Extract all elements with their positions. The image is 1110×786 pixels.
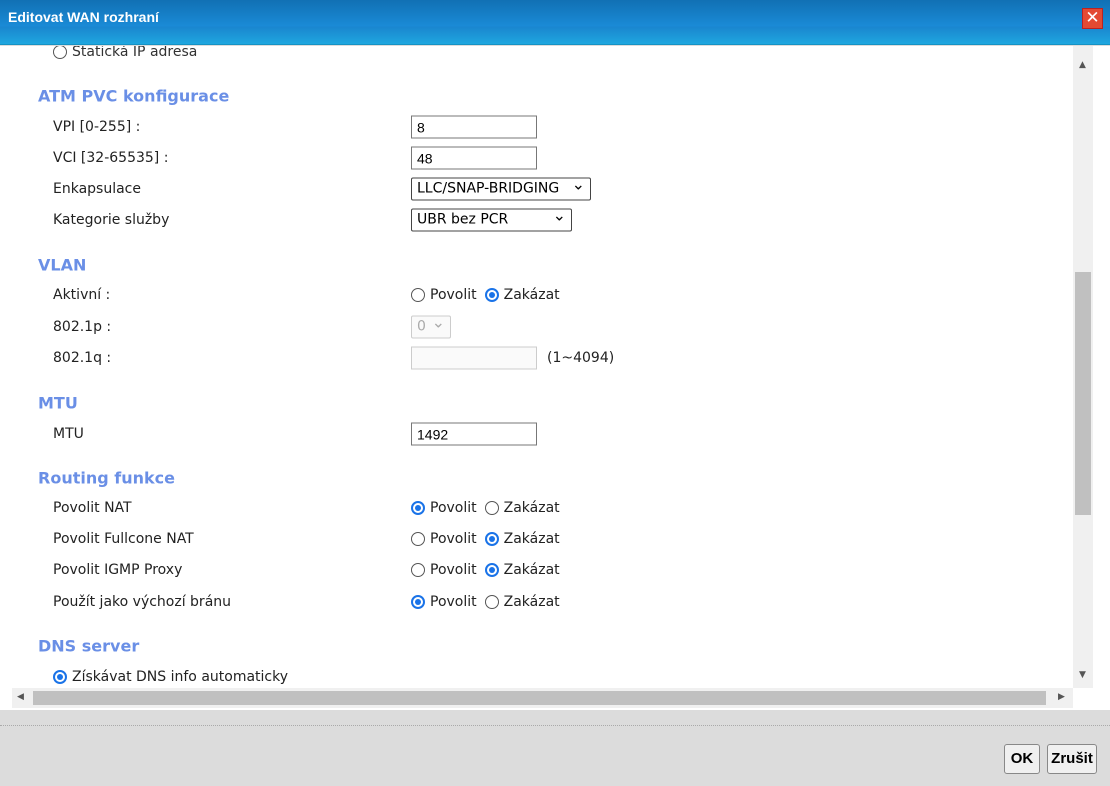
cancel-button[interactable]: Zrušit xyxy=(1047,744,1097,774)
radio-disable[interactable] xyxy=(484,501,499,515)
8021q-label: 802.1q : xyxy=(53,350,112,366)
vlan-heading: VLAN xyxy=(38,255,87,275)
routing-heading: Routing funkce xyxy=(38,468,175,488)
static-ip-label: Statická IP adresa xyxy=(72,46,198,60)
vci-label: VCI [32-65535] : xyxy=(53,150,169,166)
radio-disable[interactable] xyxy=(484,532,499,546)
vlan-active-radios: Povolit Zakázat xyxy=(411,287,560,303)
8021p-select[interactable]: 0 xyxy=(411,313,451,339)
radio-disable[interactable] xyxy=(484,288,499,302)
dns-heading: DNS server xyxy=(38,636,140,656)
routing-row-label: Povolit IGMP Proxy xyxy=(53,562,183,578)
window-title: Editovat WAN rozhraní xyxy=(8,9,159,25)
mtu-input[interactable] xyxy=(411,422,537,446)
routing-row-radios: Povolit Zakázat xyxy=(411,562,560,578)
mtu-label: MTU xyxy=(53,426,84,442)
enable-label: Povolit xyxy=(430,287,477,303)
dns-auto-option[interactable]: Získávat DNS info automaticky xyxy=(53,669,288,685)
encap-label: Enkapsulace xyxy=(53,181,141,197)
scroll-right-icon[interactable]: ▶ xyxy=(1058,692,1065,702)
disable-label: Zakázat xyxy=(503,531,560,547)
vpi-input[interactable] xyxy=(411,115,537,139)
horizontal-scroll-thumb[interactable] xyxy=(33,691,1046,705)
8021q-input[interactable] xyxy=(411,346,537,370)
atm-heading: ATM PVC konfigurace xyxy=(38,86,230,106)
disable-label: Zakázat xyxy=(503,562,560,578)
radio-disable[interactable] xyxy=(484,563,499,577)
enable-label: Povolit xyxy=(430,531,477,547)
service-value: UBR bez PCR xyxy=(417,211,509,228)
routing-row-label: Povolit Fullcone NAT xyxy=(53,531,194,547)
close-icon: ✕ xyxy=(1085,8,1100,28)
vlan-active-label: Aktivní : xyxy=(53,287,111,303)
enable-label: Povolit xyxy=(430,562,477,578)
8021p-label: 802.1p : xyxy=(53,319,112,335)
encap-select[interactable]: LLC/SNAP-BRIDGING xyxy=(411,175,591,201)
dns-auto-label: Získávat DNS info automaticky xyxy=(72,669,289,685)
8021p-value: 0 xyxy=(417,318,426,335)
static-ip-option[interactable]: Statická IP adresa xyxy=(53,46,197,60)
vci-input[interactable] xyxy=(411,146,537,170)
radio-enable[interactable] xyxy=(411,501,425,515)
radio-icon xyxy=(53,670,67,684)
vertical-scroll-thumb[interactable] xyxy=(1075,272,1091,515)
title-bar: Editovat WAN rozhraní ✕ xyxy=(0,0,1110,45)
mtu-heading: MTU xyxy=(38,393,78,413)
scroll-left-icon[interactable]: ◀ xyxy=(17,692,24,702)
routing-row-radios: Povolit Zakázat xyxy=(411,594,560,610)
routing-row-label: Povolit NAT xyxy=(53,500,132,516)
footer-divider xyxy=(0,725,1110,726)
disable-label: Zakázat xyxy=(503,594,560,610)
radio-enable[interactable] xyxy=(411,288,425,302)
vertical-scrollbar[interactable]: ▲ ▼ xyxy=(1073,46,1093,688)
scroll-up-icon[interactable]: ▲ xyxy=(1079,60,1086,70)
content-panel: Statická IP adresa ATM PVC konfigurace V… xyxy=(0,46,1110,710)
radio-disable[interactable] xyxy=(484,595,499,609)
service-label: Kategorie služby xyxy=(53,212,170,228)
vpi-label: VPI [0-255] : xyxy=(53,119,141,135)
routing-row-radios: Povolit Zakázat xyxy=(411,531,560,547)
scroll-down-icon[interactable]: ▼ xyxy=(1079,670,1086,680)
disable-label: Zakázat xyxy=(503,500,560,516)
radio-icon xyxy=(53,46,67,59)
routing-row-label: Použít jako výchozí bránu xyxy=(53,594,232,610)
routing-row-radios: Povolit Zakázat xyxy=(411,500,560,516)
encap-value: LLC/SNAP-BRIDGING xyxy=(417,180,560,197)
radio-enable[interactable] xyxy=(411,595,425,609)
8021q-hint: (1~4094) xyxy=(547,350,615,366)
enable-label: Povolit xyxy=(430,500,477,516)
radio-enable[interactable] xyxy=(411,563,425,577)
radio-enable[interactable] xyxy=(411,532,425,546)
disable-label: Zakázat xyxy=(503,287,560,303)
ok-button[interactable]: OK xyxy=(1004,744,1040,774)
horizontal-scrollbar[interactable]: ◀ ▶ xyxy=(12,688,1073,708)
service-select[interactable]: UBR bez PCR xyxy=(411,206,572,232)
enable-label: Povolit xyxy=(430,594,477,610)
close-button[interactable]: ✕ xyxy=(1082,8,1103,29)
